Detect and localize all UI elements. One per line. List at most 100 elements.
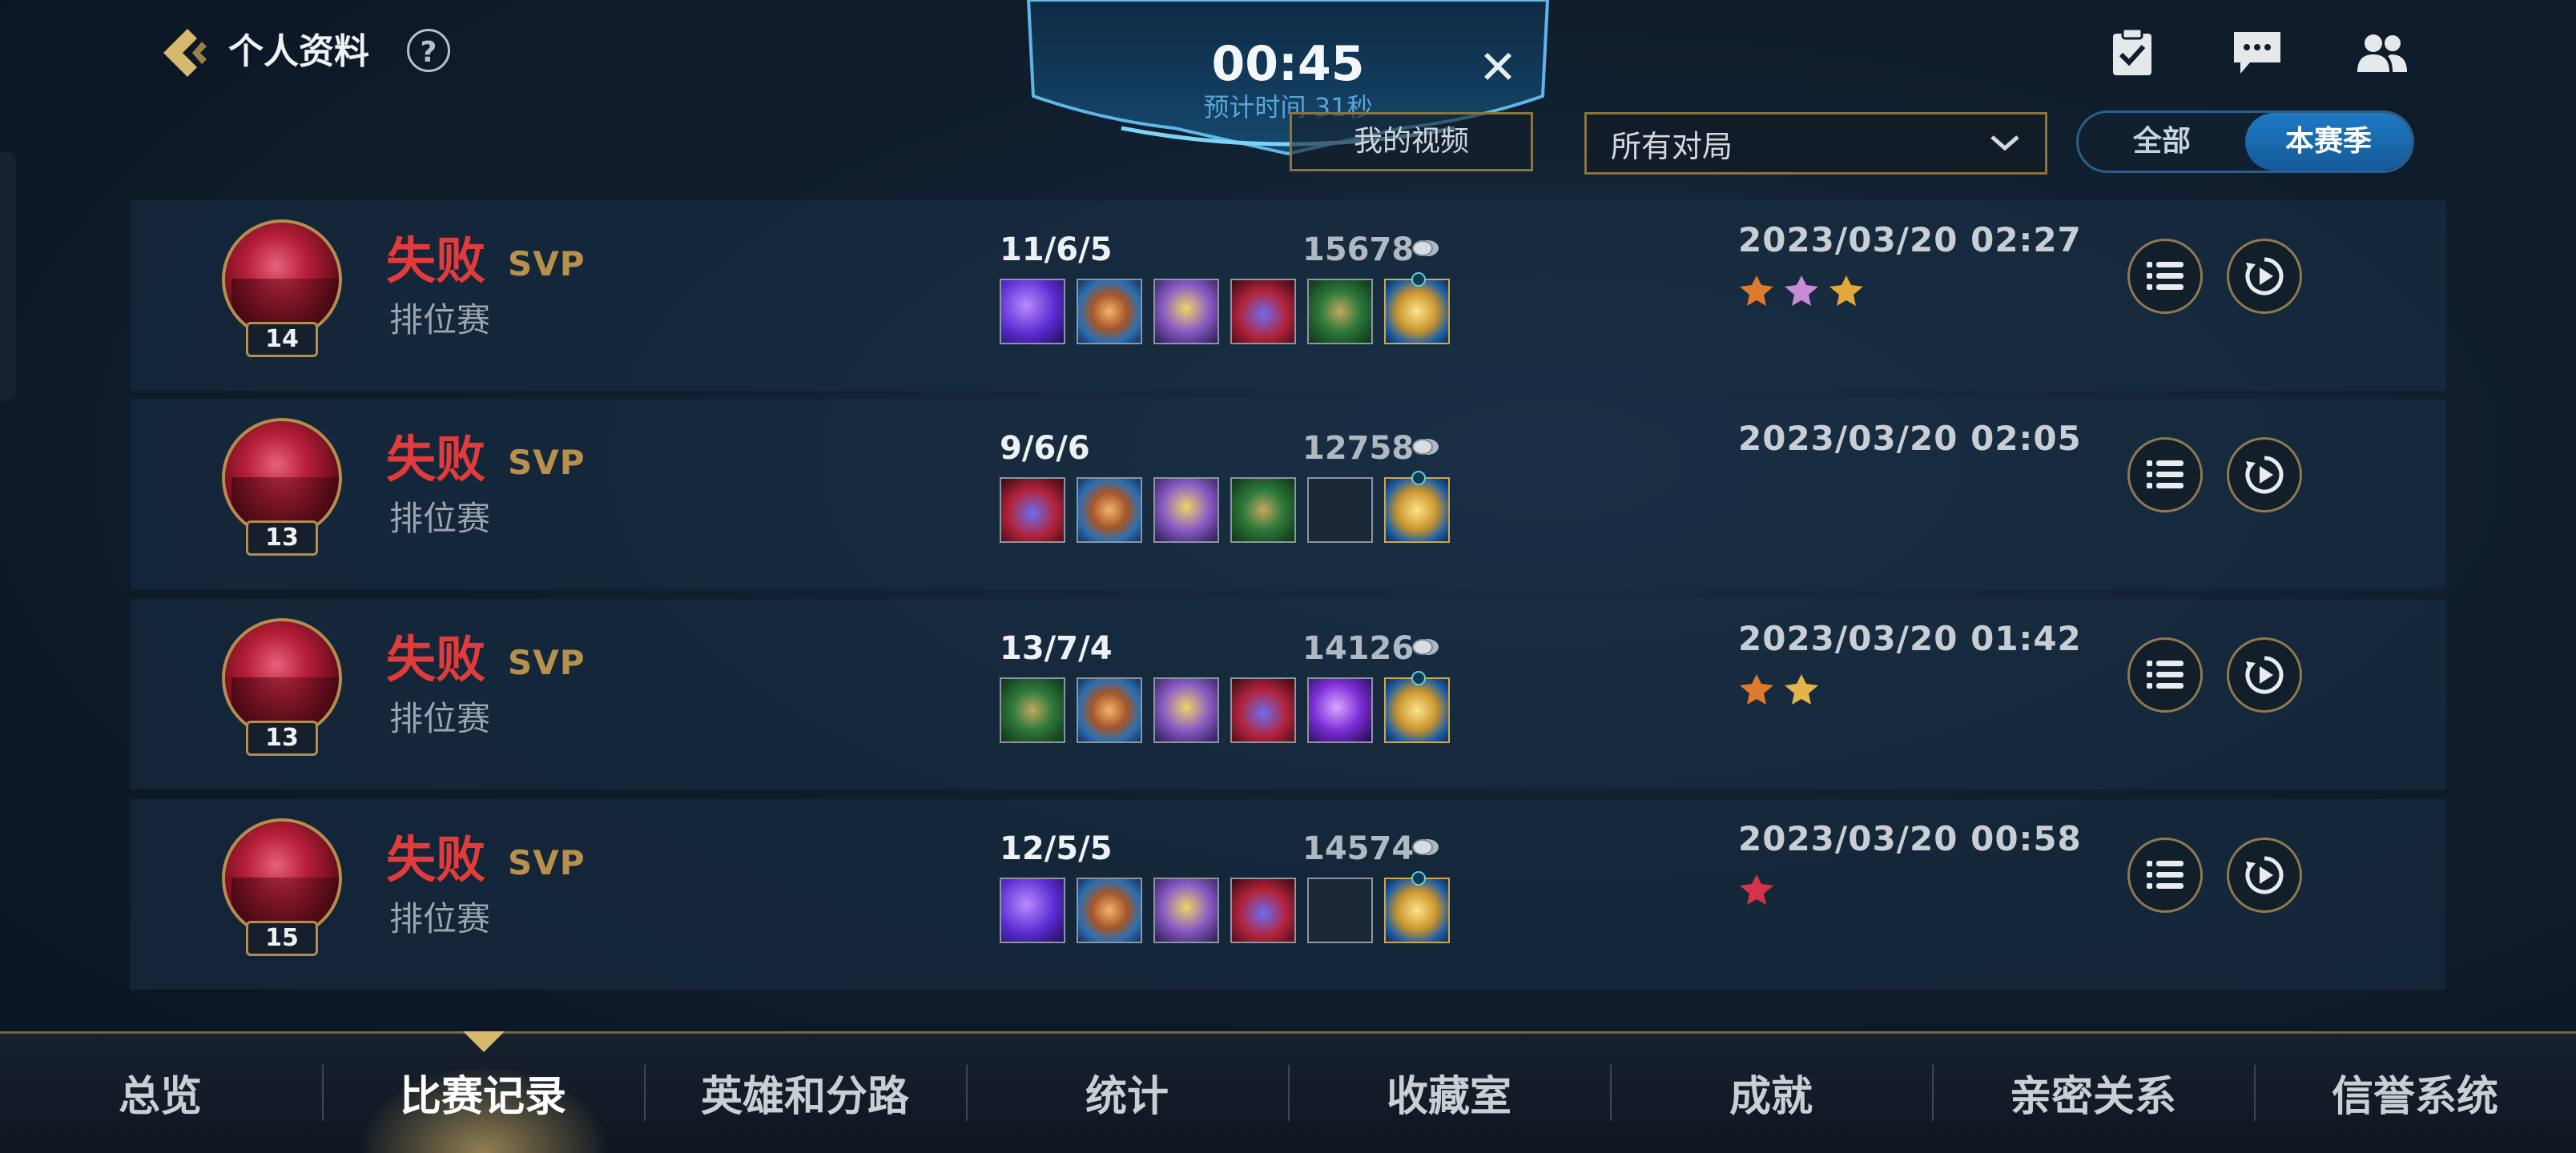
item-slot[interactable] bbox=[1384, 272, 1450, 344]
match-detail-button[interactable] bbox=[2127, 838, 2203, 913]
red-medal-icon bbox=[1740, 874, 1773, 905]
item-slot[interactable] bbox=[1384, 871, 1450, 943]
replay-button[interactable] bbox=[2227, 239, 2302, 314]
season-toggle[interactable]: 全部 本赛季 bbox=[2076, 110, 2414, 173]
svp-badge: SVP bbox=[508, 244, 586, 283]
nav-tab-1[interactable]: 比赛记录 bbox=[323, 1041, 643, 1153]
replay-button[interactable] bbox=[2227, 437, 2302, 512]
match-row[interactable]: 14 失败 SVP 排位赛 11/6/5 15678 2023/03/20 02… bbox=[130, 200, 2446, 391]
item-slot[interactable] bbox=[1077, 878, 1142, 943]
match-mode: 排位赛 bbox=[389, 300, 491, 339]
svp-badge: SVP bbox=[508, 843, 586, 882]
item-slot[interactable] bbox=[1230, 677, 1296, 743]
gold-amount: 14126 bbox=[1302, 630, 1415, 667]
replay-button[interactable] bbox=[2227, 838, 2302, 913]
list-icon bbox=[2147, 661, 2184, 689]
item-slot[interactable] bbox=[1153, 279, 1219, 344]
item-slot[interactable] bbox=[1153, 477, 1219, 543]
match-date: 2023/03/20 00:58 bbox=[1738, 819, 2082, 858]
nav-tab-6[interactable]: 亲密关系 bbox=[1933, 1041, 2253, 1153]
kda-text: 9/6/6 bbox=[1000, 430, 1090, 467]
gold-coin-icon bbox=[1412, 439, 1439, 455]
season-option-all[interactable]: 全部 bbox=[2079, 113, 2245, 171]
item-slot[interactable] bbox=[1077, 477, 1142, 543]
match-mode: 排位赛 bbox=[389, 699, 491, 738]
match-result: 失败 bbox=[386, 630, 486, 689]
orange-medal-icon bbox=[1740, 674, 1773, 705]
chevron-down-icon bbox=[1990, 135, 2019, 151]
match-result: 失败 bbox=[386, 830, 486, 889]
item-slot[interactable] bbox=[1153, 677, 1219, 743]
gold-coin-icon bbox=[1412, 240, 1439, 256]
cancel-queue-button[interactable]: ✕ bbox=[1472, 42, 1523, 93]
nav-tab-4[interactable]: 收藏室 bbox=[1289, 1041, 1609, 1153]
item-slot[interactable] bbox=[1077, 279, 1142, 344]
page-title: 个人资料 bbox=[228, 31, 369, 72]
svp-badge: SVP bbox=[508, 443, 586, 482]
item-slot[interactable] bbox=[1000, 279, 1065, 344]
gold-amount: 14574 bbox=[1302, 830, 1415, 867]
item-slot[interactable] bbox=[1153, 878, 1219, 943]
medal-list bbox=[1737, 871, 1777, 908]
replay-icon bbox=[2245, 856, 2284, 894]
chat-icon bbox=[2234, 32, 2280, 74]
gold-coin-icon bbox=[1412, 839, 1439, 855]
replay-button[interactable] bbox=[2227, 637, 2302, 713]
item-slots bbox=[1000, 471, 1450, 543]
back-button[interactable] bbox=[152, 21, 216, 85]
gold-coin-icon bbox=[1412, 639, 1439, 655]
match-detail-button[interactable] bbox=[2127, 637, 2203, 713]
friends-icon bbox=[2357, 34, 2407, 72]
empty-item-slot[interactable] bbox=[1307, 878, 1373, 943]
match-row[interactable]: 13 失败 SVP 排位赛 9/6/6 12758 2023/03/20 02:… bbox=[130, 399, 2446, 589]
svp-badge: SVP bbox=[508, 643, 586, 682]
kda-text: 13/7/4 bbox=[1000, 630, 1113, 667]
chevron-left-icon bbox=[163, 29, 207, 77]
item-slot[interactable] bbox=[1384, 471, 1450, 543]
hero-level-badge: 13 bbox=[246, 520, 318, 556]
match-result: 失败 bbox=[386, 231, 486, 290]
item-slots bbox=[1000, 671, 1450, 743]
nav-tab-2[interactable]: 英雄和分路 bbox=[645, 1041, 965, 1153]
match-detail-button[interactable] bbox=[2127, 239, 2203, 314]
match-type-select[interactable]: 所有对局 bbox=[1584, 112, 2047, 175]
tasks-button[interactable] bbox=[2099, 19, 2166, 86]
nav-tab-0[interactable]: 总览 bbox=[0, 1041, 320, 1153]
pink-medal-icon bbox=[1785, 275, 1818, 306]
item-slot[interactable] bbox=[1307, 677, 1373, 743]
match-row[interactable]: 13 失败 SVP 排位赛 13/7/4 14126 2023/03/20 01… bbox=[130, 599, 2446, 789]
item-slot[interactable] bbox=[1077, 677, 1142, 743]
side-edge-notch bbox=[0, 152, 16, 400]
item-slots bbox=[1000, 272, 1450, 344]
medal-list bbox=[1737, 272, 1866, 309]
item-slot[interactable] bbox=[1000, 878, 1065, 943]
friends-button[interactable] bbox=[2349, 19, 2416, 86]
orange-medal-icon bbox=[1740, 275, 1773, 306]
kda-text: 12/5/5 bbox=[1000, 830, 1113, 867]
nav-tab-3[interactable]: 统计 bbox=[967, 1041, 1287, 1153]
match-detail-button[interactable] bbox=[2127, 437, 2203, 512]
help-button[interactable]: ? bbox=[407, 29, 450, 72]
hero-level-badge: 13 bbox=[246, 721, 318, 756]
gold-amount: 12758 bbox=[1302, 430, 1415, 467]
replay-icon bbox=[2245, 656, 2284, 694]
item-slot[interactable] bbox=[1230, 878, 1296, 943]
item-slot[interactable] bbox=[1230, 477, 1296, 543]
nav-tab-7[interactable]: 信誉系统 bbox=[2255, 1041, 2575, 1153]
match-date: 2023/03/20 02:27 bbox=[1738, 220, 2082, 259]
item-slot[interactable] bbox=[1000, 477, 1065, 543]
item-slot[interactable] bbox=[1000, 677, 1065, 743]
item-slot[interactable] bbox=[1384, 671, 1450, 743]
empty-item-slot[interactable] bbox=[1307, 477, 1373, 543]
chat-button[interactable] bbox=[2224, 19, 2291, 86]
medal-list bbox=[1737, 671, 1821, 708]
item-slot[interactable] bbox=[1230, 279, 1296, 344]
match-mode: 排位赛 bbox=[389, 499, 491, 538]
nav-tab-5[interactable]: 成就 bbox=[1611, 1041, 1931, 1153]
item-slot[interactable] bbox=[1307, 279, 1373, 344]
hero-level-badge: 14 bbox=[246, 322, 318, 357]
my-videos-button[interactable]: 我的视频 bbox=[1290, 112, 1533, 171]
gold-amount: 15678 bbox=[1302, 231, 1415, 268]
season-option-current[interactable]: 本赛季 bbox=[2245, 113, 2412, 171]
match-row[interactable]: 15 失败 SVP 排位赛 12/5/5 14574 2023/03/20 00… bbox=[130, 799, 2446, 990]
